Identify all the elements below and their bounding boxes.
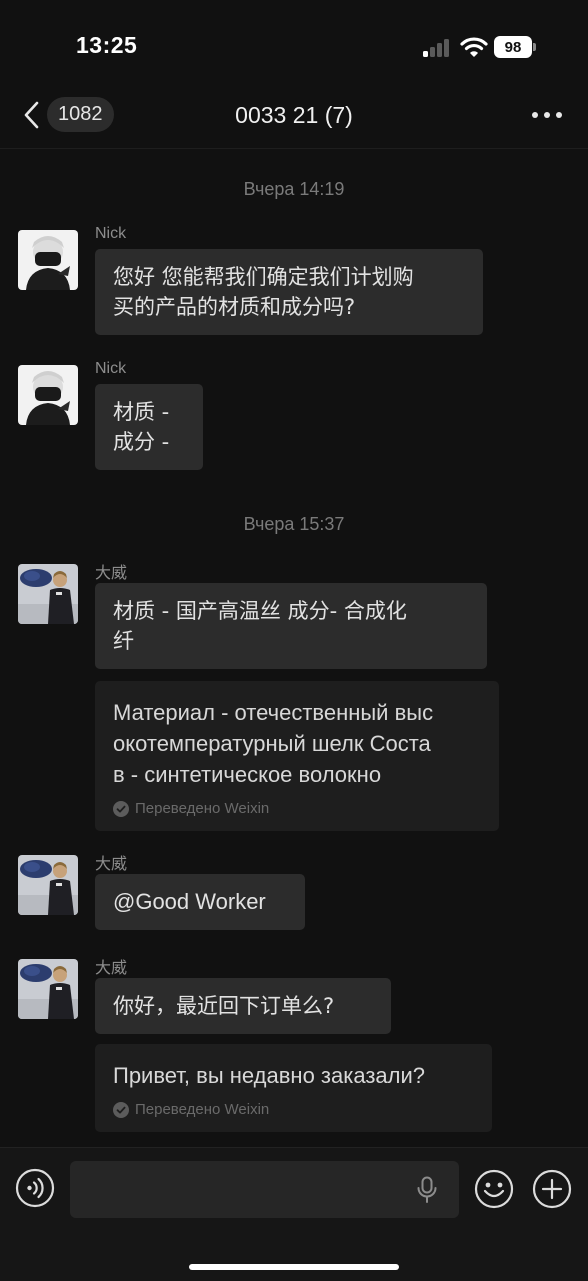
message-bubble[interactable]: 材质 - 成分 - [95,384,203,470]
message-text-line: 你好，最近回下订单么? [113,994,335,1018]
avatar-dawei[interactable] [18,855,78,915]
message-text-line: @Good Worker [113,889,266,914]
translation-bubble[interactable]: Материал - отечественный выс окотемперат… [95,681,499,831]
avatar-image [18,959,78,1019]
avatar-image [18,365,78,425]
check-circle-icon [113,1101,129,1118]
sender-name: Nick [95,225,127,242]
timestamp: Вчера 14:19 [243,179,345,199]
translation-text-line: Материал - отечественный выс [113,700,434,725]
sender-name: 大威 [95,856,128,873]
status-bar: 13:25 98 [0,0,588,84]
sender-name: 大威 [95,960,128,977]
message-text-line: 您好 您能帮我们确定我们计划购 [113,265,414,289]
message-text-line: 成分 - [113,430,170,454]
translation-text-line: окотемпературный шелк Соста [113,731,431,756]
battery-indicator: 98 [494,36,536,58]
translation-text-line: в - синтетическое волокно [113,762,382,787]
cellular-signal-icon [423,39,449,57]
voice-icon[interactable] [15,1168,55,1208]
message-bubble[interactable]: 您好 您能帮我们确定我们计划购 买的产品的材质和成分吗? [95,249,483,335]
message-bubble[interactable]: 你好，最近回下订单么? [95,978,391,1034]
translation-source: Переведено Weixin [113,800,481,817]
message-text-line: 材质 - 国产高温丝 成分- 合成化 [113,599,407,623]
timestamp: Вчера 15:37 [243,514,345,534]
avatar-image [18,855,78,915]
message-text-line: 材质 - [113,400,170,424]
battery-level: 98 [494,36,532,58]
sender-name: 大威 [95,565,128,582]
avatar-image [18,564,78,624]
input-bar [0,1147,588,1281]
translation-source-label: Переведено Weixin [135,800,270,817]
translation-source-label: Переведено Weixin [135,1101,270,1118]
avatar-dawei[interactable] [18,564,78,624]
microphone-icon[interactable] [416,1176,438,1204]
chat-header: 1082 0033 21 (7) [0,84,588,149]
avatar-image [18,230,78,290]
translation-source: Переведено Weixin [113,1101,474,1118]
status-time: 13:25 [76,32,138,58]
avatar-dawei[interactable] [18,959,78,1019]
check-circle-icon [113,800,129,817]
more-horizontal-icon[interactable] [530,106,564,124]
home-indicator[interactable] [189,1264,399,1270]
message-input[interactable] [70,1161,459,1218]
translation-bubble[interactable]: Привет, вы недавно заказали? Переведено … [95,1044,492,1132]
avatar-nick[interactable] [18,365,78,425]
chat-title: 0033 21 (7) [235,102,353,128]
translation-text-line: Привет, вы недавно заказали? [113,1063,426,1088]
emoji-icon[interactable] [474,1169,514,1209]
message-text-line: 纤 [113,629,134,653]
avatar-nick[interactable] [18,230,78,290]
wifi-icon [460,37,488,57]
message-bubble[interactable]: 材质 - 国产高温丝 成分- 合成化 纤 [95,583,487,669]
message-bubble[interactable]: @Good Worker [95,874,305,930]
battery-cap [533,43,536,51]
message-list[interactable]: Вчера 14:19 Nick 您好 您能帮我们确定我们计划购 买的产品的材质… [0,149,588,1147]
plus-icon[interactable] [532,1169,572,1209]
sender-name: Nick [95,360,127,377]
message-text-line: 买的产品的材质和成分吗? [113,295,356,319]
